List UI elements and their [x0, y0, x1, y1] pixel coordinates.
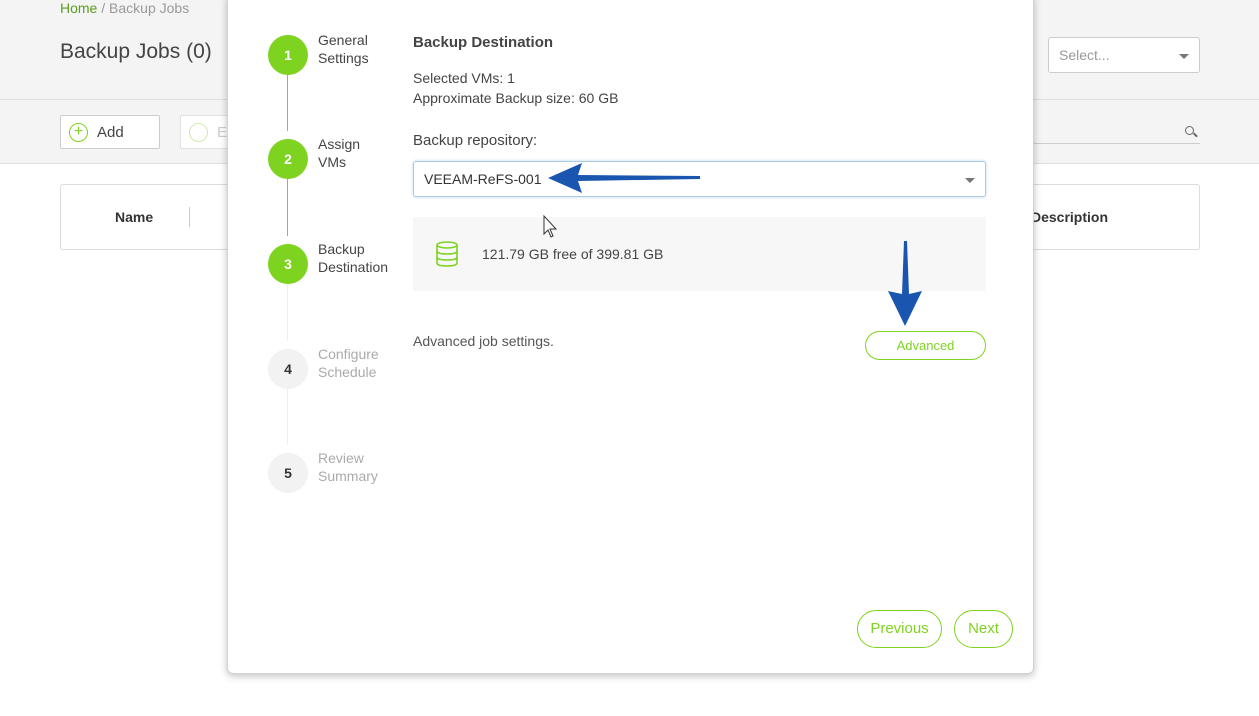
section-title: Backup Destination	[413, 34, 554, 51]
search-icon[interactable]	[1185, 126, 1194, 135]
edit-button-label: E	[217, 124, 228, 141]
step-number: 4	[268, 349, 308, 389]
step-number: 1	[268, 35, 308, 75]
step-number: 3	[268, 244, 308, 284]
plus-icon: +	[69, 123, 88, 142]
step-label-line: Assign	[318, 136, 361, 152]
storage-free-text: 121.79 GB free of 399.81 GB	[482, 246, 664, 262]
repository-select-value: VEEAM-ReFS-001	[424, 171, 542, 187]
page-title: Backup Jobs (0)	[60, 40, 212, 63]
edit-icon	[189, 123, 208, 142]
chevron-down-icon	[1179, 54, 1189, 59]
step-number: 2	[268, 139, 308, 179]
step-label-line: Summary	[318, 468, 378, 484]
search-input[interactable]	[1030, 120, 1200, 144]
step-connector	[287, 75, 288, 131]
column-header-name[interactable]: Name	[115, 209, 153, 225]
step-label: Assign VMs	[318, 135, 408, 171]
backup-job-wizard-dialog: 1 General Settings 2 Assign VMs 3 Backup…	[227, 0, 1034, 674]
breadcrumb: Home / Backup Jobs	[60, 0, 189, 16]
advanced-settings-text: Advanced job settings.	[413, 333, 554, 349]
next-button[interactable]: Next	[954, 610, 1013, 648]
step-label: General Settings	[318, 31, 408, 67]
step-connector	[287, 179, 288, 236]
add-button-label: Add	[97, 124, 124, 141]
step-label: Configure Schedule	[318, 345, 408, 381]
column-divider	[189, 207, 190, 227]
repository-label: Backup repository:	[413, 132, 538, 149]
step-label-line: Configure	[318, 346, 379, 362]
step-number: 5	[268, 453, 308, 493]
step-label: Review Summary	[318, 449, 408, 485]
step-connector	[287, 389, 288, 445]
repository-select[interactable]: VEEAM-ReFS-001	[413, 161, 986, 197]
breadcrumb-current: Backup Jobs	[109, 0, 190, 16]
breadcrumb-separator: /	[97, 0, 110, 16]
database-icon	[436, 241, 458, 267]
step-label-line: General	[318, 32, 368, 48]
step-label-line: Settings	[318, 50, 369, 66]
filter-select[interactable]: Select...	[1048, 37, 1200, 73]
step-label-line: VMs	[318, 154, 346, 170]
storage-info-panel: 121.79 GB free of 399.81 GB	[413, 217, 986, 291]
step-label-line: Destination	[318, 259, 389, 275]
add-button[interactable]: + Add	[60, 115, 160, 149]
step-connector	[287, 284, 288, 341]
step-label: Backup Destination	[318, 240, 408, 276]
approx-backup-size-text: Approximate Backup size: 60 GB	[413, 90, 619, 106]
step-label-line: Backup	[318, 241, 365, 257]
breadcrumb-home-link[interactable]: Home	[60, 0, 97, 16]
advanced-button[interactable]: Advanced	[865, 331, 986, 360]
selected-vms-text: Selected VMs: 1	[413, 70, 515, 86]
step-label-line: Review	[318, 450, 364, 466]
column-header-description[interactable]: Description	[1031, 209, 1108, 225]
step-label-line: Schedule	[318, 364, 377, 380]
previous-button[interactable]: Previous	[857, 610, 942, 648]
chevron-down-icon	[965, 178, 975, 183]
filter-select-placeholder: Select...	[1059, 47, 1110, 63]
